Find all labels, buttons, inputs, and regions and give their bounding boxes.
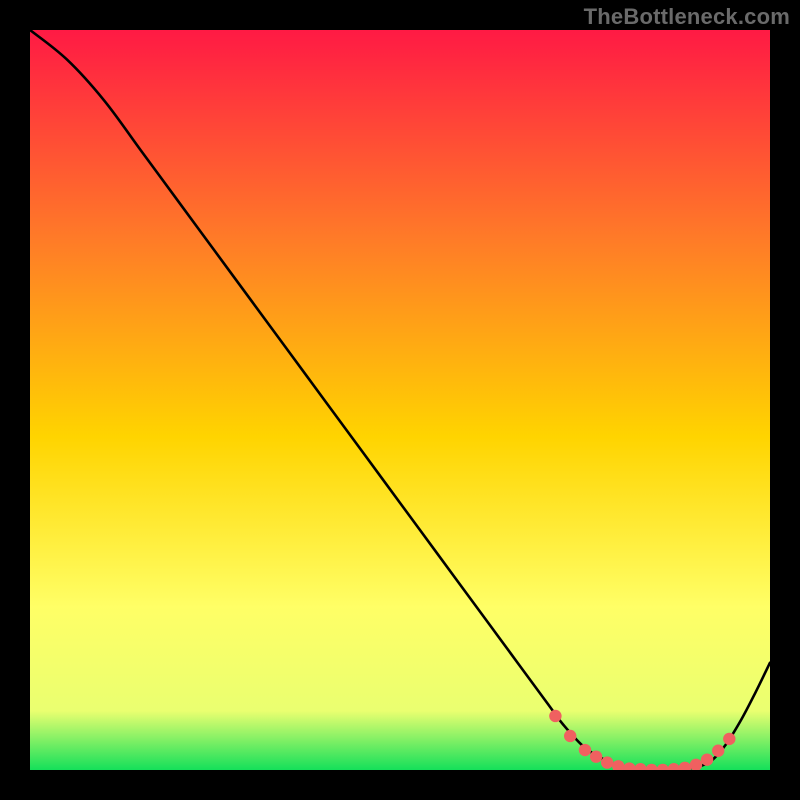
data-marker — [579, 744, 591, 756]
data-marker — [590, 750, 602, 762]
plot-area — [30, 30, 770, 770]
chart-stage: TheBottleneck.com — [0, 0, 800, 800]
watermark-text: TheBottleneck.com — [584, 4, 790, 30]
data-marker — [712, 745, 724, 757]
gradient-background — [30, 30, 770, 770]
data-marker — [564, 730, 576, 742]
data-marker — [549, 710, 561, 722]
data-marker — [723, 733, 735, 745]
data-marker — [701, 753, 713, 765]
chart-svg — [30, 30, 770, 770]
data-marker — [601, 756, 613, 768]
